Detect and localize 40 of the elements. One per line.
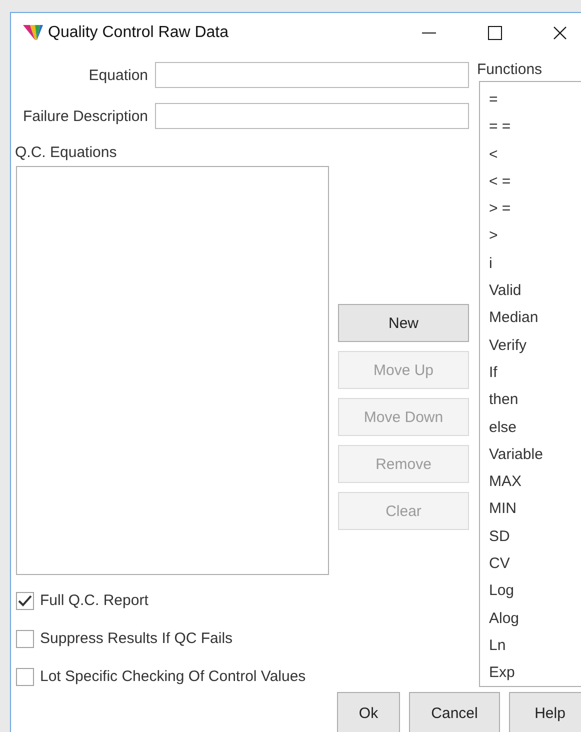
function-item[interactable]: Variable [489,440,581,468]
function-item[interactable]: CV [489,550,581,578]
section-label: Functions [477,61,544,80]
function-item[interactable]: < [489,140,581,168]
function-item[interactable]: < = [489,168,581,196]
function-item[interactable]: MAX [489,468,581,496]
function-item[interactable]: > [489,222,581,250]
function-item[interactable]: Ln [489,632,581,660]
field-label: Failure Description [22,108,148,124]
functions-list[interactable]: = = = < < = > = > i Valid Median Verify If then else Variable MAX MIN SD CV Log Alog Ln Exp [479,81,581,687]
function-item[interactable]: SD [489,522,581,550]
window-title: Quality Control Raw Data [48,24,229,42]
function-item[interactable]: > = [489,195,581,222]
input-field[interactable] [155,103,469,129]
function-item[interactable]: = [489,86,581,114]
checkbox-label: Lot Specific Checking Of Control Values [40,668,306,685]
checkbox[interactable] [16,630,34,648]
section-label: Q.C. Equations [15,144,118,162]
input-field[interactable] [155,62,469,88]
function-item[interactable]: = = [489,113,581,141]
function-item[interactable]: Exp [489,659,581,687]
field-label: Equation [88,66,148,84]
action-button[interactable]: New [338,304,469,342]
checkbox-label: Suppress Results If QC Fails [40,630,233,647]
checkbox-label: Full Q.C. Report [40,592,148,609]
checkbox[interactable] [16,668,34,686]
dialog-button[interactable]: Ok [337,692,400,732]
function-item[interactable]: Alog [489,604,581,632]
function-item[interactable]: If [489,358,581,386]
function-item[interactable]: Verify [489,332,581,359]
function-item[interactable]: then [489,386,581,414]
function-item[interactable]: MIN [489,495,581,523]
function-item[interactable]: Log [489,577,581,605]
function-item[interactable]: Median [489,304,581,332]
function-item[interactable]: i [489,250,581,278]
dialog-button[interactable]: Cancel [409,692,500,732]
function-item[interactable]: Valid [489,277,581,304]
function-item[interactable]: else [489,414,581,441]
checkbox[interactable] [16,592,34,610]
dialog-button[interactable]: Help [509,692,581,732]
